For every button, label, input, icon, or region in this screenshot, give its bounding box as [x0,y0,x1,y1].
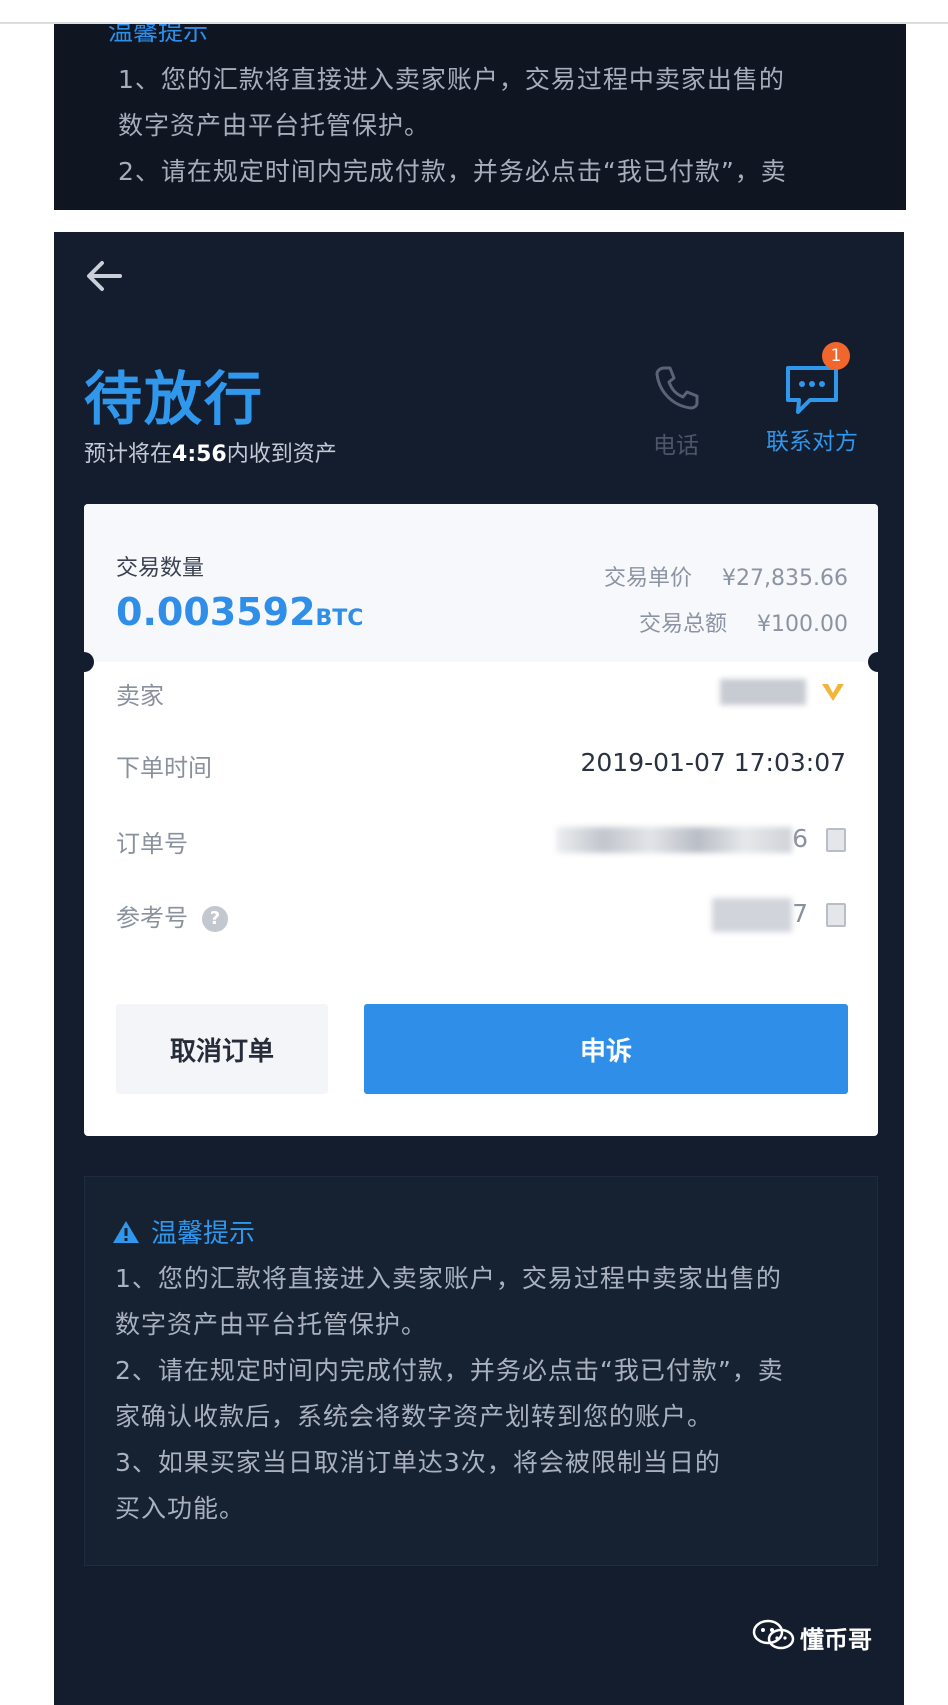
quantity-unit: BTC [315,606,364,631]
tip-line: 3、如果买家当日取消订单达3次，将会被限制当日的 [115,1448,721,1477]
order-screen: 待放行 预计将在4:56内收到资产 电话 1 联系对方 交易数量 0.00359… [54,232,904,1705]
eta-text: 预计将在4:56内收到资产 [84,436,337,468]
order-time-value: 2019-01-07 17:03:07 [580,748,846,777]
unit-price-label: 交易单价 [604,566,693,591]
copy-reference-number-icon[interactable] [826,903,846,927]
eta-countdown: 4:56 [172,442,227,467]
contact-label: 联系对方 [766,429,858,455]
strip-tips-title: 温馨提示 [108,24,209,46]
tip-line: 1、您的汇款将直接进入卖家账户，交易过程中卖家出售的 [115,1264,782,1293]
vip-badge-icon [822,684,844,701]
order-time-label: 下单时间 [116,754,212,782]
order-card: 交易数量 0.003592BTC 交易单价 ¥27,835.66 交易总额 ¥100… [74,504,888,1136]
seller-label: 卖家 [116,682,164,710]
eta-prefix: 预计将在 [84,442,173,467]
reference-number-text: 参考号 [116,904,188,932]
chat-bubble-icon [786,366,838,414]
appeal-button[interactable]: 申诉 [364,1004,848,1094]
tip-line: 家确认收款后，系统会将数字资产划转到您的账户。 [115,1402,714,1431]
seller-value[interactable] [720,676,846,705]
cropped-tips-strip: 温馨提示 1、您的汇款将直接进入卖家账户，交易过程中卖家出售的 数字资产由平台托… [54,24,906,210]
seller-name-redacted [720,679,807,705]
arrow-left-icon [87,261,122,291]
watermark-text: 懂币哥 [800,1626,872,1654]
quantity-label: 交易数量 [116,556,205,581]
seller-row: 卖家 [116,676,846,716]
reference-number-label: 参考号? [116,898,228,933]
unit-price-value: ¥27,835.66 [722,566,848,591]
contact-seller-button[interactable]: 1 联系对方 [752,342,872,456]
tip-line: 2、请在规定时间内完成付款，并务必点击“我已付款”，卖 [115,1356,784,1385]
order-number-value: 6 [556,824,846,853]
strip-tip-line: 数字资产由平台托管保护。 [118,111,431,140]
reference-number-value: 7 [712,898,846,932]
tip-line: 数字资产由平台托管保护。 [115,1310,428,1339]
order-time-row: 下单时间 2019-01-07 17:03:07 [116,748,846,788]
order-number-tail: 6 [792,824,809,853]
help-icon[interactable]: ? [202,906,228,932]
wechat-logo-icon [752,1619,795,1650]
total-value: ¥100.00 [757,612,848,637]
tip-line: 买入功能。 [115,1494,246,1523]
tips-title-row: 温馨提示 [111,1213,255,1250]
phone-label: 电话 [653,433,699,459]
card-notch-right [868,652,888,672]
back-button[interactable] [84,256,132,296]
quantity-number: 0.003592 [116,590,316,634]
unread-badge: 1 [822,342,850,370]
total-row: 交易总额 ¥100.00 [639,606,848,638]
quantity-value: 0.003592BTC [116,590,363,634]
eta-suffix: 内收到资产 [226,442,337,467]
reference-number-row: 参考号? 7 [116,898,846,938]
phone-icon [655,366,699,410]
reference-number-tail: 7 [792,899,809,928]
tips-title: 温馨提示 [151,1219,256,1249]
copy-order-number-icon[interactable] [826,828,846,852]
card-notch-left [74,652,94,672]
order-summary: 交易数量 0.003592BTC 交易单价 ¥27,835.66 交易总额 ¥100… [84,504,878,662]
total-label: 交易总额 [639,612,728,637]
strip-tip-line: 2、请在规定时间内完成付款，并务必点击“我已付款”，卖 [118,157,787,186]
order-number-label: 订单号 [116,830,188,858]
order-number-redacted [556,827,793,853]
unit-price-row: 交易单价 ¥27,835.66 [604,560,848,592]
reference-number-redacted [712,898,793,932]
warning-icon [113,1221,139,1243]
strip-tip-line: 1、您的汇款将直接进入卖家账户，交易过程中卖家出售的 [118,65,785,94]
order-number-row: 订单号 6 [116,824,846,864]
phone-button[interactable]: 电话 [616,362,736,460]
cancel-order-button[interactable]: 取消订单 [116,1004,328,1094]
order-status-title: 待放行 [84,365,265,433]
tips-panel: 温馨提示 1、您的汇款将直接进入卖家账户，交易过程中卖家出售的 数字资产由平台托… [84,1176,878,1566]
